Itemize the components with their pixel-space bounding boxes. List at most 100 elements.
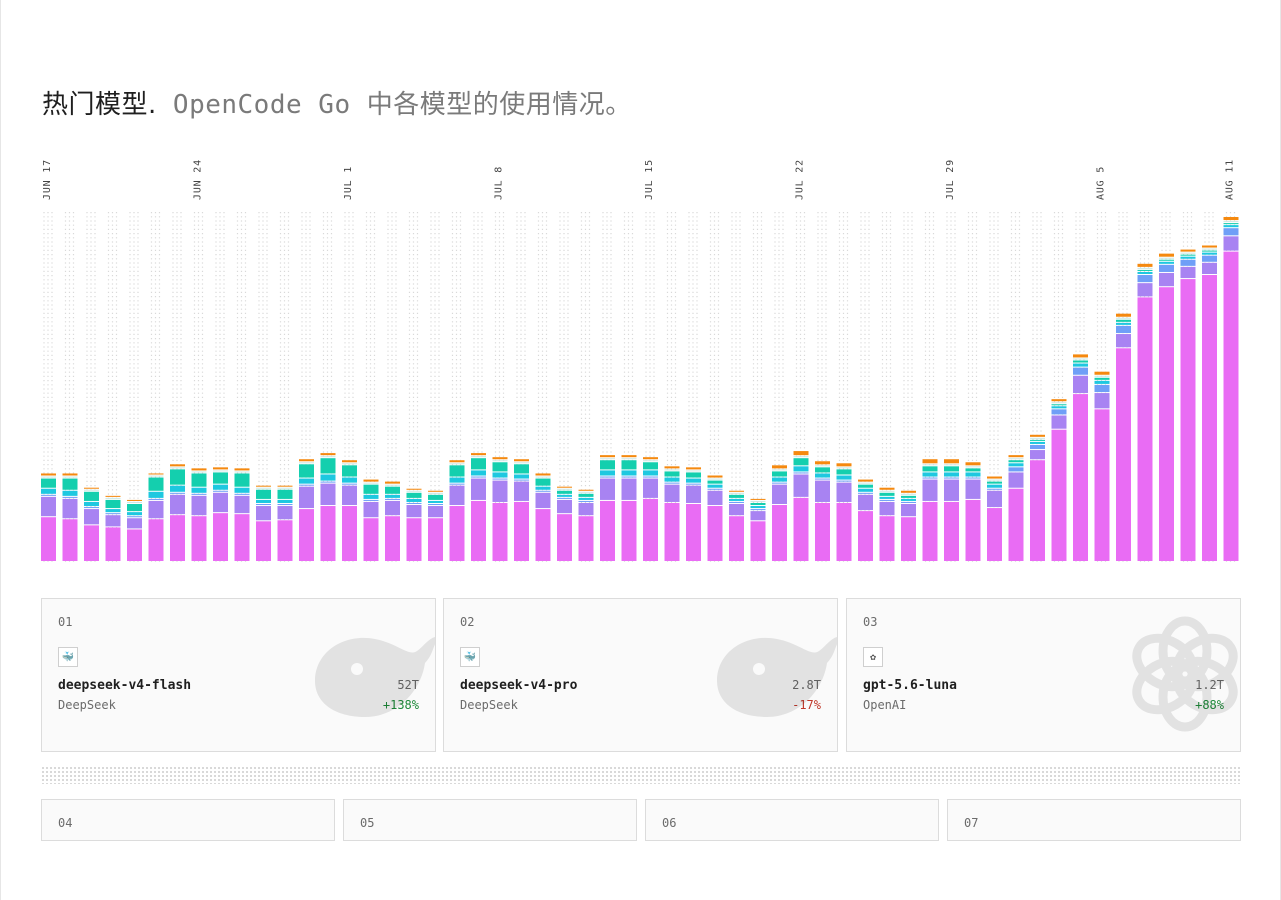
bar-segment: [815, 478, 830, 480]
model-card[interactable]: 01 🐳 deepseek-v4-flash DeepSeek 52T +138…: [41, 598, 436, 752]
bar-segment: [1137, 283, 1153, 297]
bar-segment: [557, 488, 572, 490]
bar-segment: [901, 495, 916, 498]
bar-segment: [514, 462, 529, 464]
bar-segment: [320, 474, 336, 481]
bar-segment: [471, 500, 486, 561]
bar-segment: [127, 501, 142, 503]
bar-segment: [750, 498, 766, 500]
bar-segment: [492, 462, 508, 472]
bar-segment: [1223, 251, 1239, 561]
bar-segment: [492, 460, 508, 462]
bar-segment: [901, 490, 916, 493]
bar-segment: [234, 493, 250, 495]
bar-segment: [213, 484, 228, 490]
bar-segment: [922, 479, 938, 501]
bar-segment: [643, 470, 658, 476]
bar-segment: [213, 467, 228, 470]
deepseek-whale-icon: 🐳: [58, 647, 78, 667]
bar-segment: [535, 509, 551, 561]
bar-segment: [471, 470, 486, 476]
bar-segment: [256, 489, 271, 499]
bar-segment: [944, 477, 959, 479]
bar-segment: [299, 462, 314, 464]
x-tick-label: AUG 5: [1096, 166, 1107, 200]
bar-segment: [772, 505, 787, 561]
bar-segment: [987, 479, 1002, 481]
bar-segment: [363, 484, 379, 494]
bar-segment: [1051, 429, 1067, 561]
model-card[interactable]: 03 ✿ gpt-5.6-luna OpenAI 1.2T +88%: [846, 598, 1241, 752]
bar-segment: [84, 487, 99, 489]
bar-segment: [342, 506, 357, 561]
bar-segment: [664, 471, 680, 477]
bar-segment: [1159, 264, 1174, 272]
bar-segment: [514, 464, 529, 474]
bar-segment: [707, 478, 723, 480]
bar-segment: [62, 490, 78, 496]
bar-segment: [213, 470, 228, 472]
model-card[interactable]: 05: [343, 799, 637, 841]
bar-segment: [578, 500, 594, 502]
bar-segment: [600, 458, 615, 460]
bar-segment: [686, 485, 701, 503]
bar-segment: [643, 462, 658, 470]
model-card[interactable]: 06: [645, 799, 939, 841]
bar-segment: [793, 466, 809, 472]
bar-segment: [707, 490, 723, 506]
bar-segment: [686, 478, 701, 483]
bar-segment: [84, 507, 99, 509]
bar-segment: [578, 502, 594, 516]
deepseek-whale-watermark-icon: [315, 637, 435, 717]
bar-segment: [1008, 463, 1024, 467]
bar-segment: [750, 511, 766, 521]
bar-segment: [105, 513, 121, 515]
bar-segment: [41, 488, 56, 494]
bar-segment: [449, 463, 465, 465]
bar-segment: [772, 471, 787, 477]
bar-segment: [729, 516, 744, 561]
bar-segment: [600, 500, 615, 561]
x-tick-label: JUL 8: [494, 166, 505, 200]
bar-segment: [944, 472, 959, 477]
bar-segment: [234, 473, 250, 487]
model-card[interactable]: 02 🐳 deepseek-v4-pro DeepSeek 2.8T -17%: [443, 598, 838, 752]
bar-segment: [41, 517, 56, 561]
bar-segment: [1159, 253, 1174, 257]
bar-segment: [664, 469, 680, 471]
bar-segment: [127, 512, 142, 516]
bar-segment: [127, 529, 142, 561]
bar-segment: [41, 473, 56, 476]
card-rank: 04: [58, 816, 73, 830]
bar-segment: [213, 492, 228, 513]
bar-segment: [793, 472, 809, 474]
bar-segment: [922, 501, 938, 561]
model-card[interactable]: 07: [947, 799, 1241, 841]
bar-segment: [170, 464, 185, 467]
bar-segment: [127, 516, 142, 518]
bar-segment: [621, 455, 637, 458]
bar-segment: [922, 472, 938, 477]
bar-segment: [729, 503, 744, 516]
bar-segment: [815, 502, 830, 561]
bar-segment: [858, 482, 873, 484]
bar-segment: [170, 515, 185, 561]
bar-segment: [148, 500, 164, 519]
heading-subtitle: OpenCode Go 中各模型的使用情况。: [156, 90, 632, 120]
bar-segment: [406, 498, 422, 502]
bar-segment: [428, 494, 443, 500]
bar-segment: [686, 503, 701, 561]
bar-segment: [84, 501, 99, 507]
model-card[interactable]: 04: [41, 799, 335, 841]
bar-segment: [406, 505, 422, 518]
bar-segment: [1073, 367, 1088, 375]
bar-segment: [858, 484, 873, 488]
bar-segment: [1137, 275, 1153, 283]
bar-segment: [105, 515, 121, 527]
bar-segment: [535, 486, 551, 490]
bar-segment: [514, 474, 529, 479]
bar-segment: [1116, 313, 1131, 317]
bar-segment: [84, 525, 99, 561]
bar-segment: [836, 502, 852, 561]
bar-segment: [1223, 223, 1239, 225]
